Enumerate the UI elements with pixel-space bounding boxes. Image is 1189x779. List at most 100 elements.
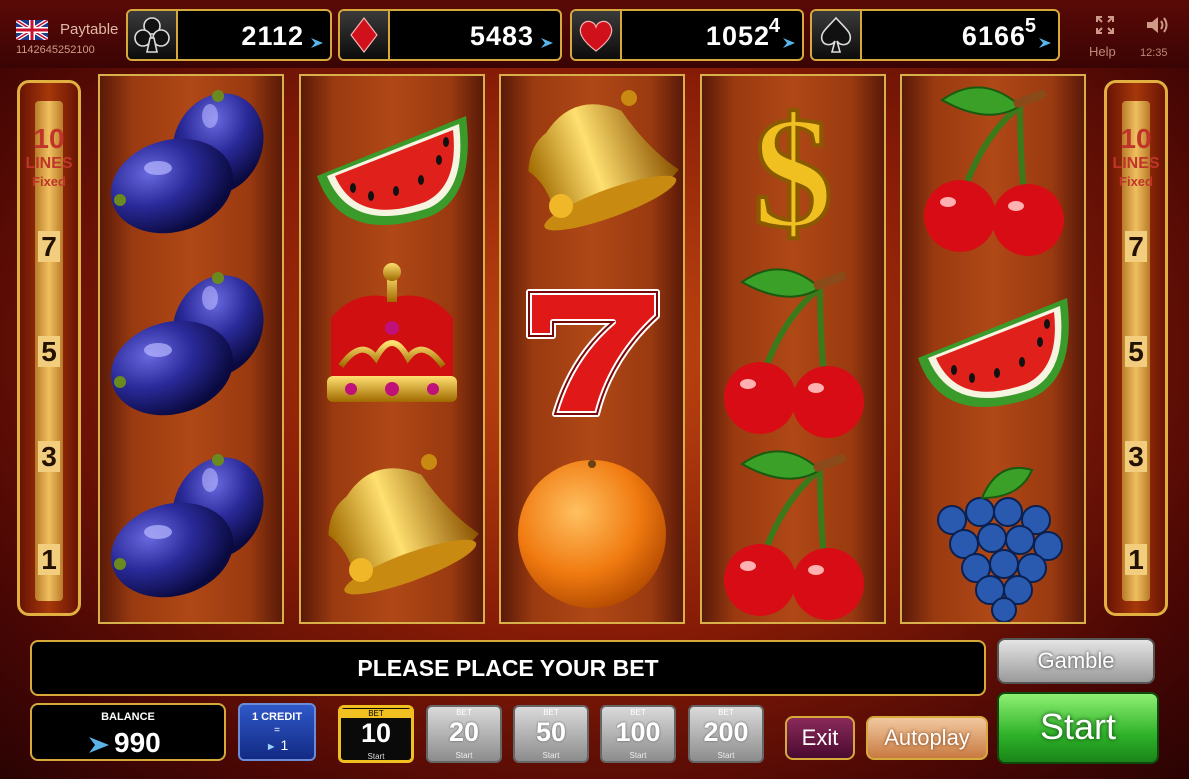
credit-equals: = (274, 725, 280, 736)
lines-count: 10 (1120, 123, 1152, 154)
grapes-symbol (902, 440, 1084, 622)
line-marker-1[interactable]: 1 (1107, 544, 1165, 576)
bet-tag: BET (718, 708, 734, 717)
plum-symbol (100, 76, 282, 258)
jackpot-arrow-icon (1039, 38, 1051, 48)
svg-text:$: $ (753, 83, 833, 258)
bet-button-200[interactable]: BET 200 Start (688, 705, 764, 763)
bet-value: 100 (615, 717, 661, 747)
cherry-symbol (702, 258, 884, 440)
line-marker-3[interactable]: 3 (20, 441, 78, 473)
lines-mode: Fixed (1119, 174, 1153, 189)
watermelon-icon (317, 116, 468, 225)
watermelon-symbol (902, 258, 1084, 440)
reel-4: $ (700, 74, 886, 624)
bet-value: 50 (535, 717, 567, 747)
crown-symbol (301, 258, 483, 440)
jackpot-superscript: 5 (1024, 15, 1036, 37)
jackpot-hearts: 1052 4 (570, 9, 804, 61)
fullscreen-icon[interactable] (1095, 15, 1115, 35)
lines-mode: Fixed (32, 174, 66, 189)
bet-tag: BET (630, 708, 646, 717)
watermelon-icon (918, 298, 1069, 407)
diamond-icon (340, 11, 390, 59)
jackpot-superscript: 4 (768, 15, 780, 37)
credit-arrow-icon: ► (265, 741, 277, 753)
paytable-link[interactable]: Paytable (60, 21, 118, 38)
message-bar: PLEASE PLACE YOUR BET (30, 640, 986, 696)
bet-button-10[interactable]: BET 10 Start (338, 705, 414, 763)
credit-value: ► 1 (265, 737, 289, 753)
start-button[interactable]: Start (997, 692, 1159, 764)
sound-icon[interactable] (1144, 14, 1172, 36)
line-marker-7[interactable]: 7 (1107, 231, 1165, 263)
plum-icon (110, 454, 264, 598)
plum-symbol (100, 258, 282, 440)
jackpot-value: 2112 (241, 21, 304, 51)
reel-1 (98, 74, 284, 624)
dollar-symbol: $ (702, 76, 884, 258)
plum-symbol (100, 440, 282, 622)
line-marker-3[interactable]: 3 (1107, 441, 1165, 473)
jackpot-arrow-icon (541, 38, 553, 48)
slot-game-screen: Paytable 1142645252100 2112 5483 1052 4 (0, 0, 1189, 779)
line-marker-5[interactable]: 5 (1107, 336, 1165, 368)
balance-arrow-icon (89, 737, 109, 753)
lines-panel-right: 10 LINES Fixed 7 5 3 1 (1104, 80, 1168, 616)
jackpot-arrow-icon (311, 38, 323, 48)
cherry-icon (724, 268, 864, 438)
bell-symbol (301, 440, 483, 622)
bet-tag: BET (341, 709, 411, 718)
bell-symbol (501, 76, 683, 258)
bet-sub: Start (717, 751, 735, 760)
jackpot-arrow-icon (783, 38, 795, 48)
credit-label: 1 CREDIT (251, 711, 303, 723)
dollar-icon: $ (751, 81, 835, 258)
cherry-symbol (702, 440, 884, 622)
plum-icon (110, 272, 264, 416)
help-link[interactable]: Help (1089, 44, 1116, 59)
watermelon-symbol (301, 76, 483, 258)
clock: 12:35 (1140, 47, 1168, 59)
uk-flag-icon[interactable] (16, 20, 48, 40)
grapes-icon (937, 466, 1063, 622)
seven-symbol (501, 258, 683, 440)
balance-display: BALANCE 990 (30, 703, 226, 761)
jackpot-value: 6166 (961, 21, 1026, 51)
heart-icon (572, 11, 622, 59)
credit-denomination[interactable]: 1 CREDIT = ► 1 (238, 703, 316, 761)
balance-label: BALANCE (101, 711, 155, 723)
cherry-icon (724, 450, 864, 620)
lines-label: LINES (25, 155, 73, 172)
reel-2 (299, 74, 485, 624)
lines-panel-left: 10 LINES Fixed 7 5 3 1 (17, 80, 81, 616)
bet-value: 200 (703, 717, 749, 747)
cherry-icon (924, 86, 1064, 256)
bet-sub: Start (542, 751, 560, 760)
bet-sub: Start (629, 751, 647, 760)
balance-value: 990 (114, 727, 161, 758)
bell-icon (328, 454, 479, 595)
line-marker-1[interactable]: 1 (20, 544, 78, 576)
spade-icon (812, 11, 862, 59)
jackpot-clubs: 2112 (126, 9, 332, 61)
gamble-button[interactable]: Gamble (997, 638, 1155, 684)
seven-icon (526, 289, 660, 417)
orange-icon (518, 460, 666, 608)
ticket-id: 1142645252100 (16, 44, 95, 56)
reel-5 (900, 74, 1086, 624)
bet-value: 20 (448, 717, 480, 747)
lines-label: LINES (1112, 155, 1160, 172)
autoplay-button[interactable]: Autoplay (866, 716, 988, 760)
reel-3 (499, 74, 685, 624)
bell-icon (528, 90, 679, 231)
line-marker-7[interactable]: 7 (20, 231, 78, 263)
cherry-symbol (902, 76, 1084, 258)
bet-sub: Start (455, 751, 473, 760)
exit-button[interactable]: Exit (785, 716, 855, 760)
bet-button-20[interactable]: BET 20 Start (426, 705, 502, 763)
bet-tag: BET (456, 708, 472, 717)
bet-button-50[interactable]: BET 50 Start (513, 705, 589, 763)
line-marker-5[interactable]: 5 (20, 336, 78, 368)
bet-button-100[interactable]: BET 100 Start (600, 705, 676, 763)
